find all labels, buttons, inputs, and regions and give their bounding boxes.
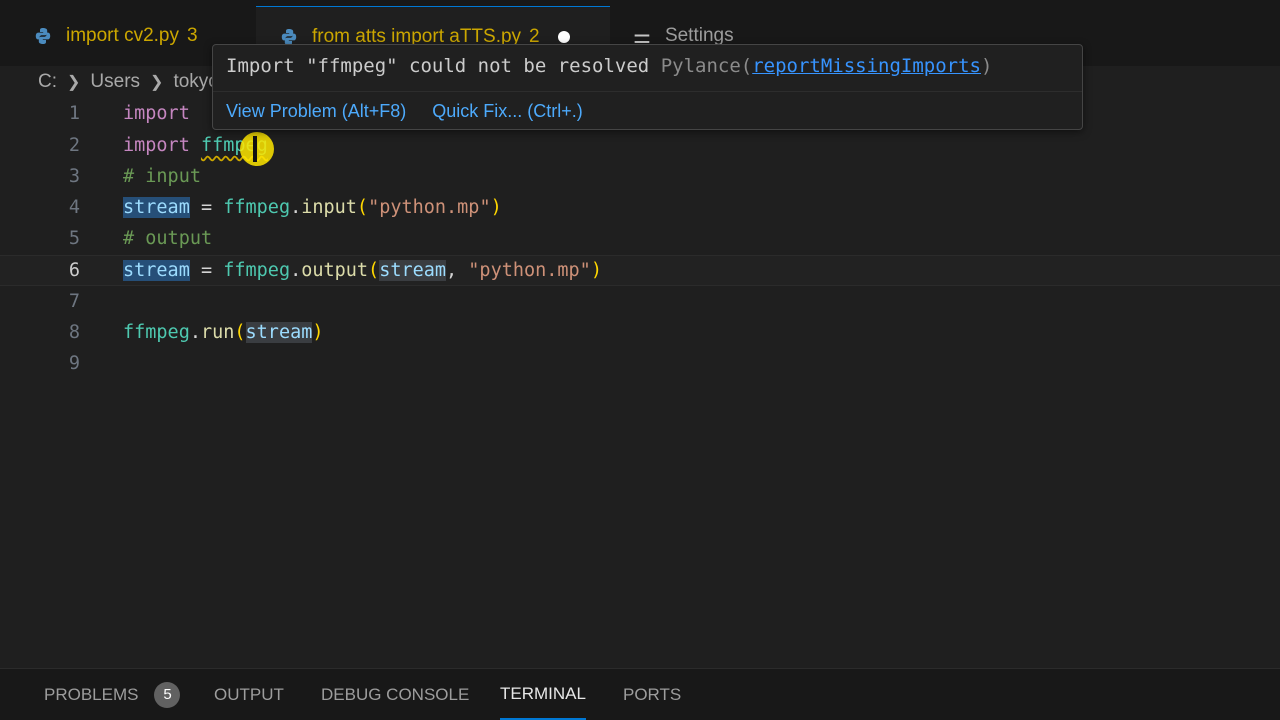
token-paren: ) [490,197,502,218]
hover-divider [213,91,1082,92]
line-number: 2 [68,135,80,156]
tab-label: PORTS [623,684,682,704]
hover-actions: View Problem (Alt+F8) Quick Fix... (Ctrl… [226,97,583,125]
token-comment: # output [123,228,213,249]
tab-label: TERMINAL [500,683,586,703]
tab-label: PROBLEMS [44,684,139,704]
tab-problem-count: 3 [186,25,198,46]
code-editor[interactable]: 1 import 2 import ffmpeg 3 # input 4 str… [0,98,1280,668]
token-string: "python.mp" [368,197,491,218]
text-cursor-icon [253,136,257,162]
python-icon [281,28,297,45]
hover-source-close: ) [981,55,993,77]
token-function: run [200,322,235,343]
hover-rule-link[interactable]: reportMissingImports [752,55,981,77]
view-problem-link[interactable]: View Problem (Alt+F8) [226,101,406,122]
chevron-right-icon: ❯ [150,74,164,91]
code-line[interactable]: 8 ffmpeg.run(stream) [0,317,1280,348]
line-number: 8 [68,322,80,343]
token-variable: stream [123,197,190,218]
breadcrumb-drive[interactable]: C: [38,71,57,93]
token-comment: # input [123,166,201,187]
diagnostic-hover-widget[interactable]: Import "ffmpeg" could not be resolved Py… [212,44,1083,130]
panel-tab-bar: PROBLEMS 5 OUTPUT DEBUG CONSOLE TERMINAL… [0,669,1280,720]
line-number: 3 [68,166,80,187]
line-code: stream = ffmpeg.input("python.mp") [123,197,502,218]
line-number: 5 [68,228,80,249]
token-comma: , [446,260,458,281]
token-function: input [301,197,357,218]
token-module: ffmpeg [223,197,291,218]
line-code: import [123,103,190,124]
token-paren: ( [234,322,246,343]
token-module: ffmpeg [223,260,291,281]
token-string: "python.mp" [468,260,591,281]
tab-ports[interactable]: PORTS [623,669,681,720]
token-paren: ( [356,197,369,218]
code-line-current[interactable]: 6 stream = ffmpeg.output(stream, "python… [0,255,1280,286]
line-number: 4 [68,197,80,218]
code-line[interactable]: 3 # input [0,161,1280,192]
line-code: stream = ffmpeg.output(stream, "python.m… [123,260,602,281]
quick-fix-link[interactable]: Quick Fix... (Ctrl+.) [432,101,583,122]
breadcrumb-users[interactable]: Users [90,71,140,93]
tab-label: OUTPUT [214,684,284,704]
token-keyword: import [123,135,190,156]
hover-source: Pylance( [660,55,753,77]
line-number: 9 [68,353,80,374]
mouse-cursor-highlight [240,132,274,166]
code-line[interactable]: 9 [0,348,1280,379]
unsaved-dot-icon[interactable] [557,30,570,43]
token-dot: . [290,260,302,281]
token-dot: . [189,322,201,343]
hover-message-text: Import "ffmpeg" could not be resolved [226,55,650,77]
problems-count-badge: 5 [154,681,181,708]
token-keyword: import [123,103,190,124]
code-line[interactable]: 2 import ffmpeg [0,130,1280,161]
tab-output[interactable]: OUTPUT [214,669,284,720]
tab-label: DEBUG CONSOLE [321,684,470,704]
token-paren: ( [368,260,380,281]
token-operator: = [200,197,213,218]
token-operator: = [200,260,213,281]
code-line[interactable]: 5 # output [0,223,1280,254]
token-variable: stream [245,322,313,343]
chevron-right-icon: ❯ [67,74,81,91]
code-line[interactable]: 4 stream = ffmpeg.input("python.mp") [0,192,1280,223]
tab-label: import cv2.py [66,25,179,46]
token-variable: stream [123,260,190,281]
token-dot: . [290,197,302,218]
tab-debug-console[interactable]: DEBUG CONSOLE [321,669,469,720]
code-line[interactable]: 7 [0,286,1280,317]
token-module: ffmpeg [123,322,190,343]
line-number: 1 [68,103,80,124]
tab-terminal[interactable]: TERMINAL [500,669,586,720]
token-function: output [301,260,369,281]
hover-message: Import "ffmpeg" could not be resolved Py… [226,55,992,77]
line-code: ffmpeg.run(stream) [123,322,324,343]
tab-problems[interactable]: PROBLEMS 5 [44,669,181,720]
token-paren: ) [590,260,602,281]
line-number: 6 [68,260,80,281]
line-number: 7 [68,291,80,312]
token-paren: ) [312,322,324,343]
python-icon [35,28,51,44]
token-variable: stream [379,260,447,281]
